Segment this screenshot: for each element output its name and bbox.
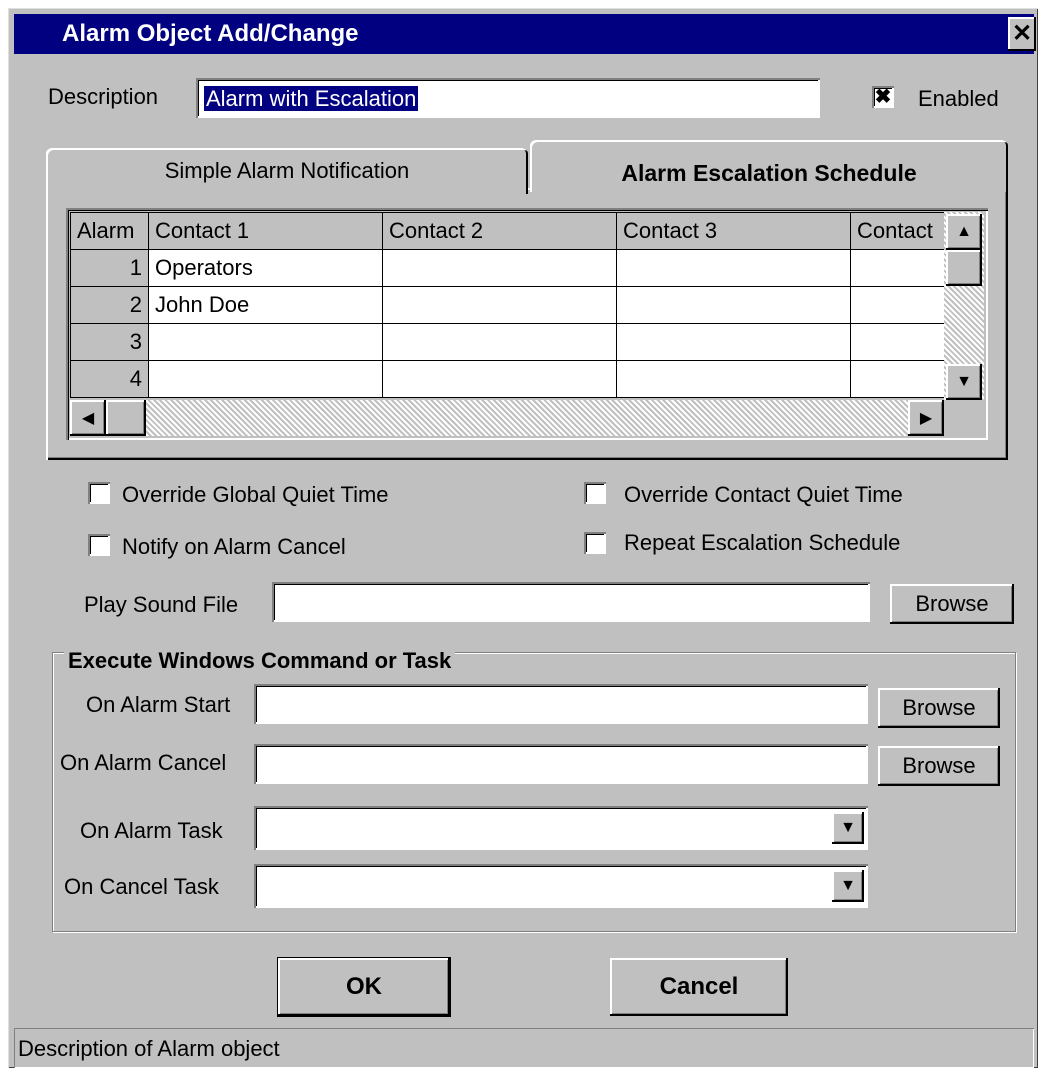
notify-on-cancel-checkbox[interactable] [88, 534, 110, 556]
tab-simple-alarm-notification[interactable]: Simple Alarm Notification [46, 148, 528, 194]
on-alarm-task-combo[interactable]: ▼ [254, 806, 868, 850]
window-title: Alarm Object Add/Change [62, 20, 359, 47]
grid-cell[interactable] [616, 323, 851, 361]
on-alarm-start-label: On Alarm Start [86, 692, 231, 717]
on-alarm-cancel-label: On Alarm Cancel [60, 750, 227, 775]
scroll-left-button[interactable]: ◀ [70, 400, 106, 436]
row-number[interactable]: 3 [70, 323, 149, 361]
grid-cell[interactable] [850, 249, 951, 287]
tab-label: Simple Alarm Notification [164, 158, 410, 183]
group-title: Execute Windows Command or Task [64, 648, 456, 674]
scroll-down-button[interactable]: ▼ [946, 364, 982, 400]
repeat-escalation-checkbox[interactable] [584, 532, 606, 554]
scrollbar-corner [944, 400, 984, 436]
notify-on-cancel-label: Notify on Alarm Cancel [122, 534, 346, 559]
row-number[interactable]: 4 [70, 360, 149, 398]
column-header-contact-3[interactable]: Contact 3 [616, 212, 851, 250]
grid-cell[interactable] [382, 249, 617, 287]
on-cancel-task-combo[interactable]: ▼ [254, 864, 868, 908]
column-header-alarm[interactable]: Alarm [70, 212, 149, 250]
description-value: Alarm with Escalation [204, 86, 419, 111]
column-header-contact-4[interactable]: Contact [850, 212, 951, 250]
button-label: OK [346, 973, 382, 1000]
tab-alarm-escalation-schedule[interactable]: Alarm Escalation Schedule [530, 140, 1008, 192]
grid-cell[interactable] [616, 360, 851, 398]
override-global-quiet-checkbox[interactable] [88, 482, 110, 504]
table-row: 1 Operators [70, 249, 951, 287]
row-number[interactable]: 2 [70, 286, 149, 324]
table-row: 3 [70, 323, 951, 361]
enabled-checkbox[interactable]: ✖ [872, 86, 894, 108]
grid-cell[interactable]: Operators [148, 249, 383, 287]
play-sound-label: Play Sound File [84, 592, 239, 617]
arrow-left-icon: ◀ [81, 410, 95, 427]
grid-cell[interactable] [148, 323, 383, 361]
horizontal-scroll-thumb[interactable] [106, 400, 146, 436]
grid-cell[interactable] [616, 249, 851, 287]
override-contact-quiet-label: Override Contact Quiet Time [624, 482, 903, 507]
on-alarm-task-label: On Alarm Task [80, 818, 223, 843]
tab-label: Alarm Escalation Schedule [621, 159, 917, 186]
vertical-scroll-thumb[interactable] [946, 250, 982, 286]
arrow-down-icon: ▼ [956, 373, 972, 390]
column-header-contact-1[interactable]: Contact 1 [148, 212, 383, 250]
scroll-right-button[interactable]: ▶ [908, 400, 944, 436]
grid-table: Alarm Contact 1 Contact 2 Contact 3 Cont… [70, 212, 951, 398]
override-global-quiet-label: Override Global Quiet Time [122, 482, 389, 507]
button-label: Cancel [659, 973, 739, 1000]
grid-cell[interactable] [616, 286, 851, 324]
grid-cell[interactable] [382, 360, 617, 398]
on-alarm-start-input[interactable] [254, 684, 868, 724]
dropdown-button[interactable]: ▼ [832, 870, 864, 902]
grid-header-row: Alarm Contact 1 Contact 2 Contact 3 Cont… [70, 212, 951, 250]
on-alarm-cancel-input[interactable] [254, 744, 868, 784]
enabled-label: Enabled [918, 86, 999, 111]
chevron-down-icon: ▼ [840, 819, 856, 836]
override-contact-quiet-checkbox[interactable] [584, 482, 606, 504]
cancel-button[interactable]: Cancel [610, 958, 788, 1016]
button-label: Browse [915, 591, 989, 616]
grid-horizontal-scrollbar[interactable] [70, 400, 944, 436]
arrow-up-icon: ▲ [956, 223, 972, 240]
on-alarm-cancel-browse-button[interactable]: Browse [878, 746, 1000, 786]
on-cancel-task-label: On Cancel Task [64, 874, 219, 899]
grid-cell[interactable] [850, 360, 951, 398]
grid-cell[interactable] [850, 323, 951, 361]
description-input[interactable]: Alarm with Escalation [196, 78, 820, 118]
on-alarm-start-browse-button[interactable]: Browse [878, 688, 1000, 728]
grid-cell[interactable]: John Doe [148, 286, 383, 324]
check-mark-icon: ✖ [874, 86, 892, 108]
grid-cell[interactable] [382, 323, 617, 361]
column-header-contact-2[interactable]: Contact 2 [382, 212, 617, 250]
sound-browse-button[interactable]: Browse [890, 584, 1014, 624]
close-icon: ✕ [1011, 20, 1033, 47]
button-label: Browse [902, 695, 976, 720]
chevron-down-icon: ▼ [840, 877, 856, 894]
status-text: Description of Alarm object [18, 1036, 280, 1061]
arrow-right-icon: ▶ [919, 410, 933, 427]
table-row: 4 [70, 360, 951, 398]
button-label: Browse [902, 753, 976, 778]
description-label: Description [48, 84, 159, 109]
grid-cell[interactable] [382, 286, 617, 324]
sound-file-input[interactable] [272, 582, 870, 622]
grid-cell[interactable] [850, 286, 951, 324]
repeat-escalation-label: Repeat Escalation Schedule [624, 530, 901, 555]
scroll-up-button[interactable]: ▲ [946, 214, 982, 250]
ok-button[interactable]: OK [278, 958, 450, 1016]
dropdown-button[interactable]: ▼ [832, 812, 864, 844]
table-row: 2 John Doe [70, 286, 951, 324]
grid-cell[interactable] [148, 360, 383, 398]
status-bar: Description of Alarm object [14, 1028, 1034, 1068]
close-button[interactable]: ✕ [1008, 17, 1036, 51]
row-number[interactable]: 1 [70, 249, 149, 287]
